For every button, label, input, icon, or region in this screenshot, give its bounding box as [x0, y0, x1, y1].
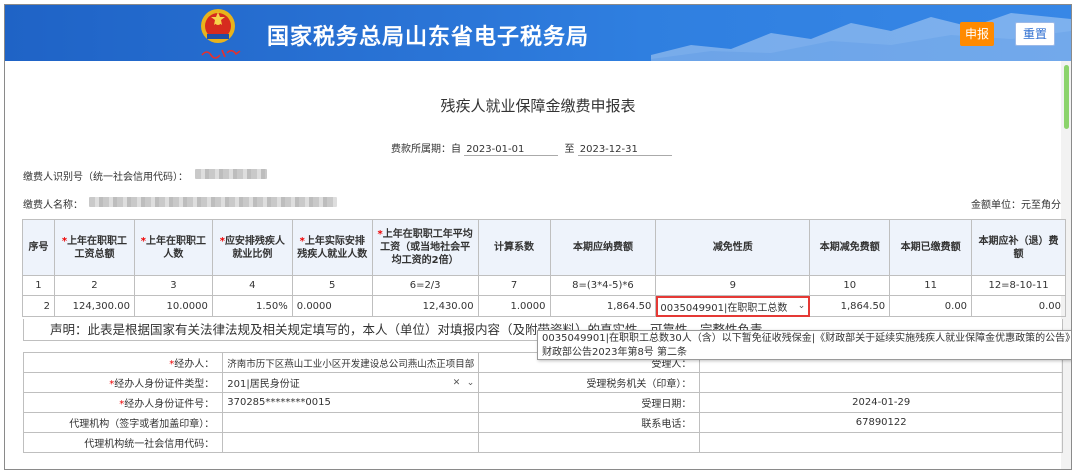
id-type-row: *经办人身份证件类型： 201|居民身份证 ✕ ⌄ 受理税务机关（印章）： — [22, 372, 1063, 393]
taxpayer-id-redacted — [195, 169, 267, 179]
great-wall-decoration — [651, 13, 1071, 61]
accept-org-value — [699, 372, 1063, 393]
relief-type-value: 0035049901|在职职工总数 — [660, 302, 788, 314]
index-cell: 1 — [22, 275, 55, 296]
chevron-down-icon[interactable]: ⌄ — [467, 378, 475, 388]
data-row: 2 124,300.00 10.0000 1.50% 0.0000 12,430… — [22, 295, 1066, 317]
id-no-label-cell: *经办人身份证件号： — [22, 392, 224, 413]
period-label: 费款所属期：自 — [391, 144, 461, 155]
declaration-table: 序号 *上年在职职工工资总额 *上年在职职工人数 *应安排残疾人就业比例 *上年… — [22, 219, 1066, 317]
coef-value: 1.0000 — [477, 295, 551, 317]
relief-tooltip: 0035049901|在职职工总数30人（含）以下暂免征收残保金|《财政部关于延… — [537, 330, 1071, 360]
index-row: 1 2 3 4 5 6=2/3 7 8=(3*4-5)*6 9 10 11 12… — [22, 275, 1066, 296]
header-cell: 序号 — [22, 219, 55, 276]
empty-cell — [478, 432, 701, 453]
agency-input[interactable] — [222, 412, 480, 433]
index-cell: 3 — [133, 275, 213, 296]
id-no-row: *经办人身份证件号： 370285********0015 受理日期： 2024… — [22, 392, 1063, 413]
header-banner: 国家税务总局山东省电子税务局 申报 重置 — [5, 5, 1071, 61]
id-type-value: 201|居民身份证 — [227, 379, 300, 390]
table-header-row: 序号 *上年在职职工工资总额 *上年在职职工人数 *应安排残疾人就业比例 *上年… — [22, 219, 1066, 276]
agent-info-table: *经办人： 济南市历下区燕山工业小区开发建设总公司燕山杰正项目部 受理人： *经… — [22, 352, 1063, 453]
taxpayer-id-label: 缴费人识别号（统一社会信用代码）： — [23, 172, 188, 183]
index-cell: 7 — [477, 275, 551, 296]
header-cell: *上年在职职工人数 — [133, 219, 213, 276]
index-cell: 8=(3*4-5)*6 — [549, 275, 657, 296]
taxpayer-name-label: 缴费人名称： — [23, 200, 83, 211]
period-start-field[interactable]: 2023-01-01 — [464, 144, 559, 156]
agency-row: 代理机构（签字或者加盖印章）： 联系电话： 67890122 — [22, 412, 1063, 433]
form-title: 残疾人就业保障金缴费申报表 — [440, 97, 636, 115]
relief-amount-value: 1,864.50 — [809, 295, 891, 317]
header-cell: *应安排残疾人就业比例 — [211, 219, 293, 276]
disabled-count-input[interactable]: 0.0000 — [291, 295, 373, 317]
header-cell: *上年实际安排残疾人就业人数 — [291, 219, 373, 276]
id-type-label-cell: *经办人身份证件类型： — [22, 372, 224, 393]
balance-value: 0.00 — [971, 295, 1066, 317]
index-cell: 2 — [53, 275, 135, 296]
paid-input[interactable]: 0.00 — [889, 295, 973, 317]
row-seq: 2 — [22, 295, 55, 317]
id-type-select[interactable]: 201|居民身份证 ✕ ⌄ — [222, 372, 480, 393]
ratio-value: 1.50% — [211, 295, 293, 317]
header-title: 国家税务总局山东省电子税务局 — [267, 25, 590, 50]
phone-label: 联系电话： — [478, 412, 701, 433]
header-cell: *上年在职职工年平均工资（或当地社会平均工资的2倍） — [371, 219, 479, 276]
agency-credit-label: 代理机构统一社会信用代码： — [22, 432, 224, 453]
clear-icon[interactable]: ✕ — [453, 378, 461, 388]
index-cell: 4 — [211, 275, 293, 296]
index-cell: 10 — [809, 275, 891, 296]
payable-value: 1,864.50 — [549, 295, 657, 317]
empty-cell — [699, 432, 1063, 453]
header-cell: 本期应补（退）费额 — [971, 219, 1066, 276]
relief-type-select[interactable]: 0035049901|在职职工总数 ⌄ — [655, 295, 811, 317]
header-cell: 本期应纳费额 — [549, 219, 657, 276]
id-no-input[interactable]: 370285********0015 — [222, 392, 480, 413]
index-cell: 9 — [655, 275, 811, 296]
index-cell: 12=8-10-11 — [971, 275, 1066, 296]
index-cell: 5 — [291, 275, 373, 296]
employees-input[interactable]: 10.0000 — [133, 295, 213, 317]
wage-total-input[interactable]: 124,300.00 — [53, 295, 135, 317]
accept-date-label: 受理日期： — [478, 392, 701, 413]
reset-button[interactable]: 重置 — [1015, 22, 1055, 46]
accept-date-value: 2024-01-29 — [699, 392, 1063, 413]
agency-label: 代理机构（签字或者加盖印章）： — [22, 412, 224, 433]
period-end-field[interactable]: 2023-12-31 — [577, 144, 672, 156]
tax-emblem-icon — [201, 9, 235, 43]
agency-credit-row: 代理机构统一社会信用代码： — [22, 432, 1063, 453]
submit-button[interactable]: 申报 — [960, 22, 994, 46]
emblem-calligraphy — [201, 49, 241, 59]
agent-name-input[interactable]: 济南市历下区燕山工业小区开发建设总公司燕山杰正项目部 — [222, 352, 480, 373]
chevron-down-icon[interactable]: ⌄ — [798, 301, 806, 311]
app-window: 国家税务总局山东省电子税务局 申报 重置 残疾人就业保障金缴费申报表 费款所属期… — [4, 4, 1072, 470]
header-cell: *上年在职职工工资总额 — [53, 219, 135, 276]
index-cell: 11 — [889, 275, 973, 296]
header-cell: 减免性质 — [655, 219, 811, 276]
header-cell: 本期已缴费额 — [889, 219, 973, 276]
index-cell: 6=2/3 — [371, 275, 479, 296]
header-cell: 计算系数 — [477, 219, 551, 276]
amount-unit-label: 金额单位：元至角分 — [971, 200, 1061, 211]
avg-wage-value: 12,430.00 — [371, 295, 479, 317]
fee-period: 费款所属期：自 2023-01-01 至 2023-12-31 — [391, 140, 672, 156]
phone-value: 67890122 — [699, 412, 1063, 433]
accept-org-label: 受理税务机关（印章）： — [478, 372, 701, 393]
header-cell: 本期减免费额 — [809, 219, 891, 276]
agency-credit-input[interactable] — [222, 432, 480, 453]
select-controls: ✕ ⌄ — [453, 377, 474, 388]
period-to-label: 至 — [564, 144, 575, 155]
taxpayer-name-redacted — [89, 197, 337, 207]
agent-label-cell: *经办人： — [22, 352, 224, 373]
